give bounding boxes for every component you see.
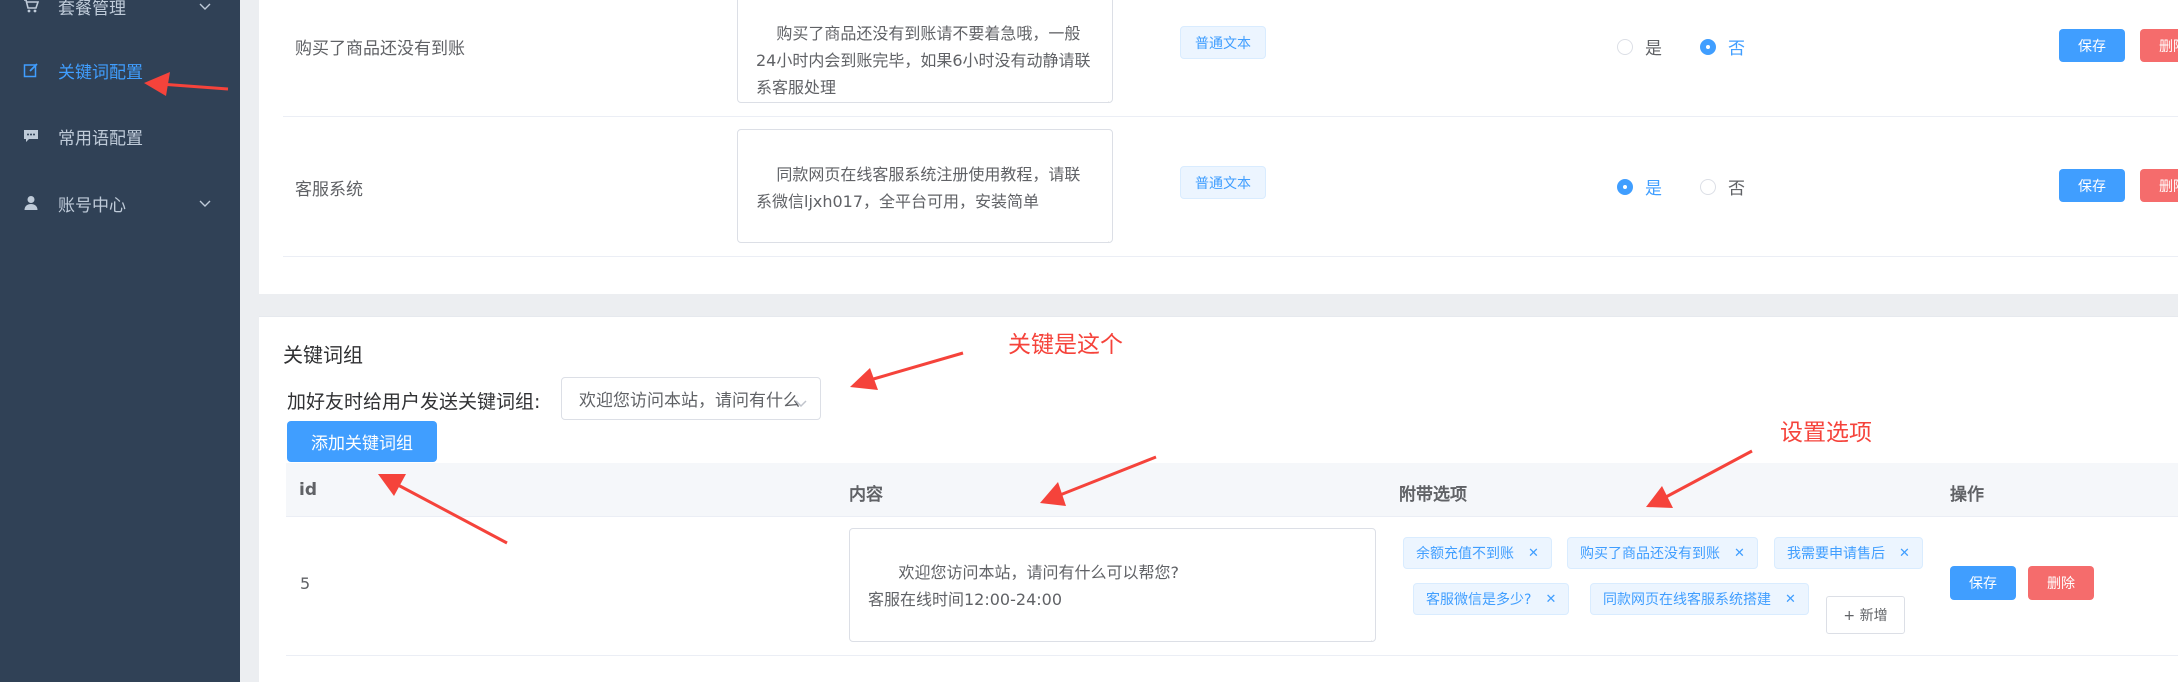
row-divider [286, 655, 2178, 656]
close-icon[interactable]: ✕ [1528, 546, 1539, 561]
sidebar-item-label: 账号中心 [58, 195, 126, 216]
sidebar-item-label: 常用语配置 [58, 128, 143, 149]
annotation-text: 关键是这个 [1008, 332, 1123, 358]
close-icon[interactable]: ✕ [1899, 546, 1910, 561]
user-icon [22, 194, 40, 212]
column-header: 内容 [849, 485, 883, 505]
save-button[interactable]: 保存 [1950, 566, 2016, 600]
column-header: 操作 [1950, 485, 1984, 505]
delete-button[interactable]: 删除 [2140, 169, 2178, 202]
close-icon[interactable]: ✕ [1734, 546, 1745, 561]
row-divider [283, 116, 2178, 117]
keyword-name: 购买了商品还没有到账 [295, 39, 465, 59]
keyword-content-text: 购买了商品还没有到账请不要着急哦，一般24小时内会到账完毕，如果6小时没有动静请… [756, 24, 1091, 97]
table-header: id 内容 附带选项 操作 [286, 463, 2178, 517]
chevron-down-icon [198, 0, 212, 12]
sidebar-item-label: 关键词配置 [58, 62, 143, 83]
keyword-name: 客服系统 [295, 180, 363, 200]
group-id: 5 [300, 574, 311, 593]
option-tag: 同款网页在线客服系统搭建 ✕ [1590, 583, 1809, 615]
keyword-content-text: 同款网页在线客服系统注册使用教程，请联系微信ljxh017，全平台可用，安装简单 [756, 165, 1081, 211]
sidebar-item-keyword-config[interactable]: 关键词配置 [0, 50, 240, 90]
group-content-text: 欢迎您访问本站，请问有什么可以帮您? 客服在线时间12:00-24:00 [868, 563, 1180, 609]
add-option-button[interactable]: + 新增 [1826, 596, 1905, 634]
radio-circle-icon [1700, 38, 1716, 55]
keyword-content-textarea[interactable]: 购买了商品还没有到账请不要着急哦，一般24小时内会到账完毕，如果6小时没有动静请… [737, 0, 1113, 103]
row-divider [283, 256, 2178, 257]
save-button[interactable]: 保存 [2059, 169, 2125, 202]
option-tag: 购买了商品还没有到账 ✕ [1567, 537, 1758, 569]
column-header: 附带选项 [1399, 485, 1467, 505]
annotation-text: 设置选项 [1780, 420, 1872, 446]
chevron-down-icon [198, 195, 212, 209]
chevron-down-icon [794, 394, 808, 408]
type-tag: 普通文本 [1180, 166, 1266, 199]
sidebar-item-phrases[interactable]: 常用语配置 [0, 116, 240, 156]
radio-yes[interactable]: 是 [1617, 174, 1662, 199]
resize-handle-icon[interactable] [1100, 230, 1110, 242]
edit-icon [22, 61, 40, 79]
resize-handle-icon[interactable] [1363, 629, 1373, 641]
radio-no[interactable]: 否 [1700, 34, 1745, 59]
sidebar-item-account[interactable]: 账号中心 [0, 183, 240, 223]
delete-button[interactable]: 删除 [2140, 29, 2178, 62]
radio-circle-icon [1617, 38, 1633, 55]
section-title: 关键词组 [283, 343, 363, 367]
cart-icon [22, 0, 40, 15]
save-button[interactable]: 保存 [2059, 29, 2125, 62]
radio-circle-icon [1617, 178, 1633, 195]
group-content-textarea[interactable]: 欢迎您访问本站，请问有什么可以帮您? 客服在线时间12:00-24:00 [849, 528, 1376, 642]
keyword-list-card: 购买了商品还没有到账 购买了商品还没有到账请不要着急哦，一般24小时内会到账完毕… [259, 0, 2178, 294]
keyword-group-card: 关键词组 加好友时给用户发送关键词组: 欢迎您访问本站，请问有什么 添加关键词组… [259, 316, 2178, 682]
keyword-group-select[interactable]: 欢迎您访问本站，请问有什么 [561, 377, 821, 420]
chat-icon [22, 127, 40, 145]
radio-yes[interactable]: 是 [1617, 34, 1662, 59]
radio-no[interactable]: 否 [1700, 174, 1745, 199]
radio-circle-icon [1700, 178, 1716, 195]
close-icon[interactable]: ✕ [1785, 592, 1796, 607]
add-keyword-group-button[interactable]: 添加关键词组 [287, 421, 437, 462]
type-tag: 普通文本 [1180, 26, 1266, 59]
form-label: 加好友时给用户发送关键词组: [287, 391, 541, 413]
option-tag: 我需要申请售后 ✕ [1774, 537, 1923, 569]
option-tag: 客服微信是多少? ✕ [1413, 583, 1570, 615]
sidebar: 套餐管理 关键词配置 常用语配置 账号中心 [0, 0, 240, 682]
sidebar-item-label: 套餐管理 [58, 0, 126, 19]
select-value: 欢迎您访问本站，请问有什么 [579, 391, 800, 411]
delete-button[interactable]: 删除 [2028, 566, 2094, 600]
column-header: id [299, 480, 317, 500]
resize-handle-icon[interactable] [1100, 90, 1110, 102]
option-tag: 余额充值不到账 ✕ [1403, 537, 1552, 569]
close-icon[interactable]: ✕ [1545, 592, 1556, 607]
sidebar-item-package[interactable]: 套餐管理 [0, 0, 240, 26]
keyword-content-textarea[interactable]: 同款网页在线客服系统注册使用教程，请联系微信ljxh017，全平台可用，安装简单 [737, 129, 1113, 243]
